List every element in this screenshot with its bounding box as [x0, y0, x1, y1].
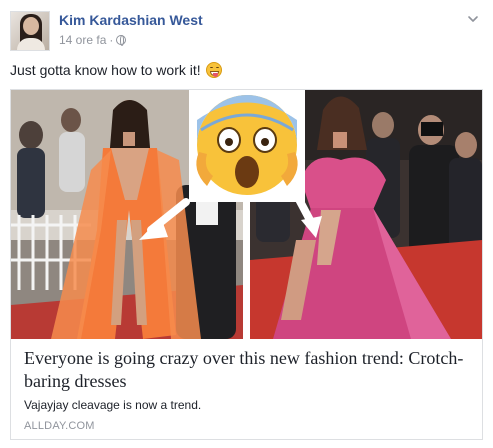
avatar-face-shape — [23, 17, 39, 35]
meta-separator: · — [109, 33, 114, 47]
author-name-link[interactable]: Kim Kardashian West — [59, 12, 203, 28]
red-carpet-photo-collage — [11, 90, 482, 339]
link-preview-card[interactable]: Everyone is going crazy over this new fa… — [10, 89, 483, 440]
post-timestamp-link[interactable]: 14 ore fa — [59, 33, 106, 47]
link-preview-image[interactable] — [11, 90, 482, 339]
emoji-tongue — [212, 73, 218, 77]
post-message: Just gotta know how to work it! — [10, 62, 222, 78]
globe-icon[interactable] — [116, 35, 127, 46]
post-meta: 14 ore fa · — [59, 33, 127, 47]
post-message-text: Just gotta know how to work it! — [10, 62, 201, 78]
emoji-eye-right — [215, 67, 219, 69]
chevron-down-icon[interactable] — [466, 12, 480, 26]
link-description: Vajayjay cleavage is now a trend. — [24, 398, 202, 412]
author-avatar[interactable] — [10, 11, 50, 51]
screaming-emoji-icon — [189, 90, 305, 202]
emoji-eye-left — [209, 67, 213, 69]
avatar-body-shape — [17, 38, 45, 50]
grinning-tongue-emoji-icon — [205, 62, 222, 78]
facebook-post: Kim Kardashian West 14 ore fa · Just got… — [0, 0, 493, 448]
link-domain: ALLDAY.COM — [24, 420, 95, 432]
link-headline[interactable]: Everyone is going crazy over this new fa… — [24, 347, 474, 393]
